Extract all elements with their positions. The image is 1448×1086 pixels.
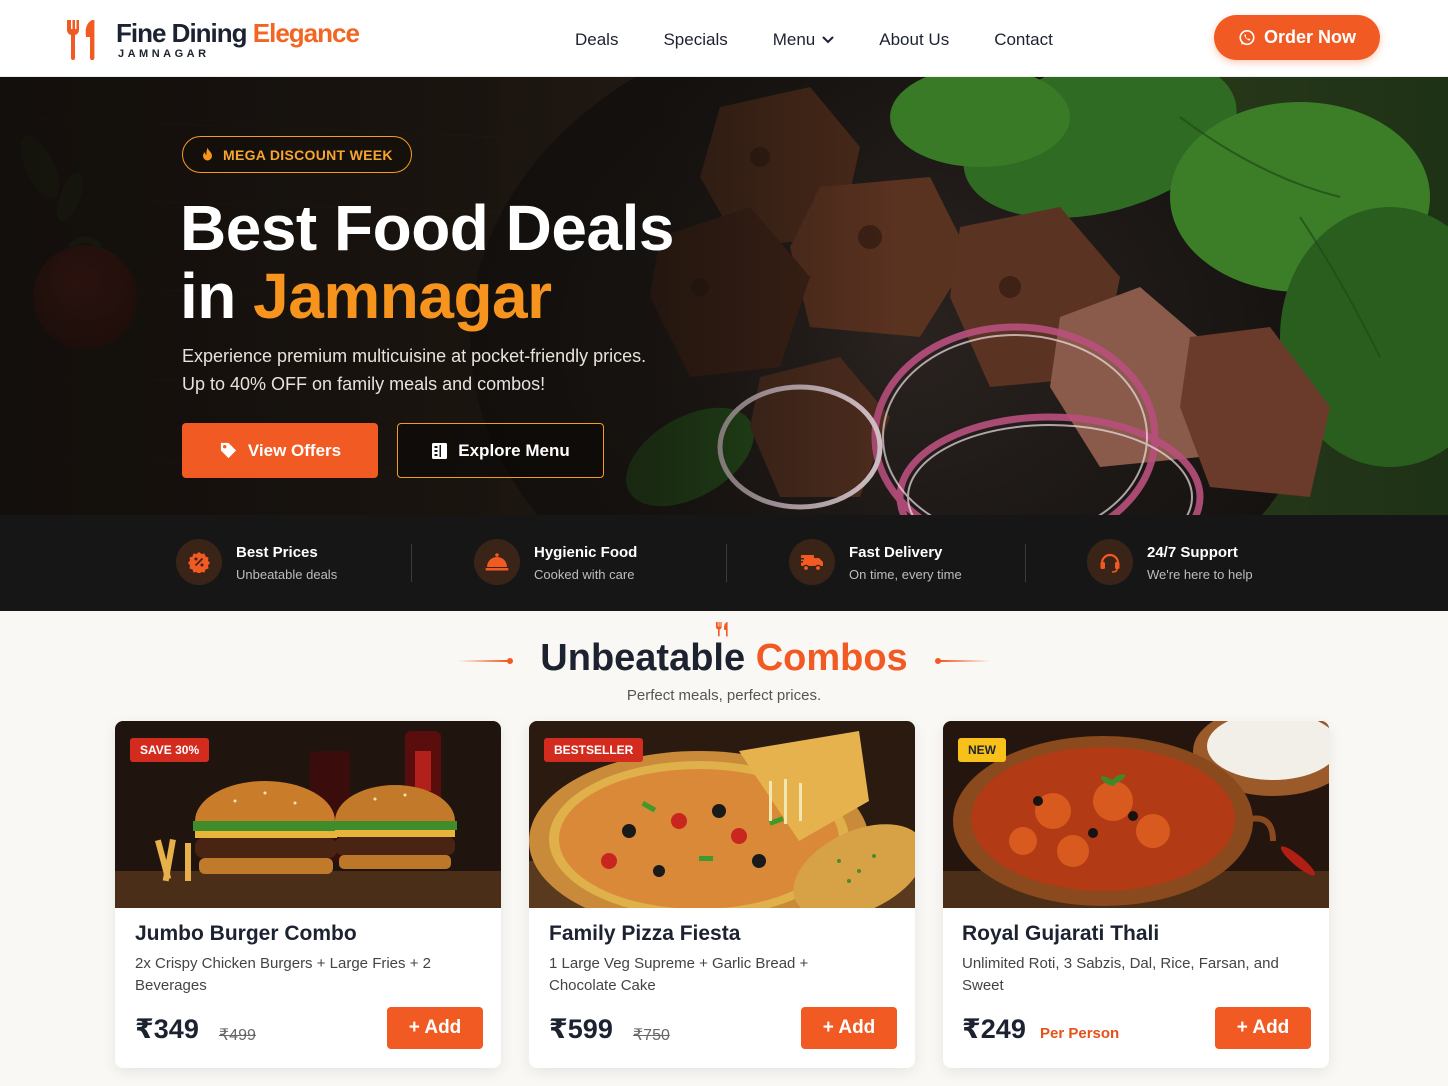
tag-icon: [220, 442, 236, 459]
feature-divider: [1025, 544, 1026, 582]
promo-badge-label: MEGA DISCOUNT WEEK: [223, 146, 393, 163]
order-now-label: Order Now: [1263, 27, 1356, 47]
view-offers-label: View Offers: [247, 440, 342, 460]
whatsapp-icon: [1239, 29, 1255, 45]
explore-menu-label: Explore Menu: [458, 440, 570, 460]
hero-title-line2: in Jamnagar: [180, 260, 552, 332]
feature-title: Best Prices: [236, 544, 318, 561]
card-description: 2x Crispy Chicken Burgers + Large Fries …: [135, 955, 431, 994]
bestseller-tag: BESTSELLER: [544, 738, 644, 762]
card-title: Jumbo Burger Combo: [135, 922, 357, 945]
hero-description: Experience premium multicuisine at pocke…: [182, 346, 647, 394]
brand-name: Fine Dining Elegance: [116, 17, 360, 48]
card-price: ₹599: [549, 1014, 613, 1044]
brand-location: JAMNAGAR: [118, 47, 210, 60]
explore-menu-button[interactable]: Explore Menu: [397, 423, 604, 478]
save-tag: SAVE 30%: [130, 738, 210, 762]
combo-card-pizza[interactable]: BESTSELLER Family Pizza Fiesta 1 Large V…: [529, 721, 915, 1068]
feature-best-prices: Best Prices Unbeatable deals: [176, 539, 337, 585]
view-offers-button[interactable]: View Offers: [182, 423, 378, 478]
delivery-truck-icon: [789, 539, 835, 585]
card-price-unit: Per Person: [1040, 1025, 1120, 1042]
feature-divider: [411, 544, 412, 582]
pizza-combo-image: BESTSELLER: [529, 721, 915, 908]
nav-specials[interactable]: Specials: [663, 30, 727, 50]
decorative-line-right: [940, 660, 990, 662]
card-description: Unlimited Roti, 3 Sabzis, Dal, Rice, Far…: [962, 955, 1279, 994]
hero-title-line1: Best Food Deals: [180, 192, 674, 264]
new-tag: NEW: [958, 738, 1006, 762]
feature-divider: [726, 544, 727, 582]
fork-knife-icon: [716, 622, 728, 637]
section-title: Unbeatable Combos: [540, 637, 908, 679]
headset-icon: [1087, 539, 1133, 585]
feature-fast-delivery: Fast Delivery On time, every time: [789, 539, 962, 585]
nav-deals[interactable]: Deals: [575, 30, 618, 50]
add-to-cart-button[interactable]: + Add: [1215, 1007, 1311, 1049]
order-now-button[interactable]: Order Now: [1214, 15, 1380, 60]
brand-logo[interactable]: Fine Dining Elegance JAMNAGAR: [64, 17, 360, 60]
hero-title: Best Food Deals in Jamnagar: [180, 194, 674, 330]
feature-subtitle: Cooked with care: [534, 567, 635, 582]
add-to-cart-button[interactable]: + Add: [387, 1007, 483, 1049]
menu-book-icon: [432, 442, 448, 459]
add-to-cart-button[interactable]: + Add: [801, 1007, 897, 1049]
feature-support: 24/7 Support We're here to help: [1087, 539, 1253, 585]
burger-combo-image: SAVE 30%: [115, 721, 501, 908]
cloche-icon: [474, 539, 520, 585]
top-navbar: Fine Dining Elegance JAMNAGAR Deals Spec…: [0, 0, 1448, 77]
nav-menu-label: Menu: [772, 30, 816, 49]
combo-card-burger[interactable]: SAVE 30% Jumbo Burger Combo 2x Crispy Ch…: [115, 721, 501, 1068]
discount-badge-icon: [176, 539, 222, 585]
main-menu: Deals Specials Menu About Us Contact: [575, 30, 1098, 50]
nav-about[interactable]: About Us: [879, 30, 949, 50]
card-old-price: ₹499: [219, 1027, 256, 1044]
feature-title: Hygienic Food: [534, 544, 638, 561]
card-title: Royal Gujarati Thali: [962, 922, 1160, 945]
flame-icon: [203, 147, 212, 161]
feature-subtitle: On time, every time: [849, 567, 962, 582]
feature-hygienic-food: Hygienic Food Cooked with care: [474, 539, 637, 585]
thali-combo-image: NEW: [943, 721, 1329, 908]
combo-card-thali[interactable]: NEW Royal Gujarati Thali Unlimited Roti,…: [943, 721, 1329, 1068]
card-description: 1 Large Veg Supreme + Garlic Bread + Cho…: [549, 955, 809, 994]
features-strip: Best Prices Unbeatable deals Hygienic Fo…: [0, 515, 1448, 611]
feature-title: Fast Delivery: [849, 544, 943, 561]
section-subtitle: Perfect meals, perfect prices.: [626, 687, 822, 704]
fork-knife-icon: [66, 20, 95, 60]
feature-subtitle: Unbeatable deals: [236, 567, 338, 582]
card-price: ₹349: [135, 1014, 199, 1044]
hero-banner: MEGA DISCOUNT WEEK Best Food Deals in Ja…: [0, 77, 1448, 515]
card-old-price: ₹750: [633, 1027, 670, 1044]
chevron-down-icon: [822, 36, 834, 44]
nav-menu[interactable]: Menu: [773, 30, 835, 50]
promo-badge: MEGA DISCOUNT WEEK: [182, 136, 412, 173]
feature-subtitle: We're here to help: [1147, 567, 1253, 582]
nav-contact[interactable]: Contact: [994, 30, 1053, 50]
feature-title: 24/7 Support: [1147, 544, 1238, 561]
card-title: Family Pizza Fiesta: [549, 922, 741, 945]
card-price: ₹249: [962, 1014, 1026, 1044]
